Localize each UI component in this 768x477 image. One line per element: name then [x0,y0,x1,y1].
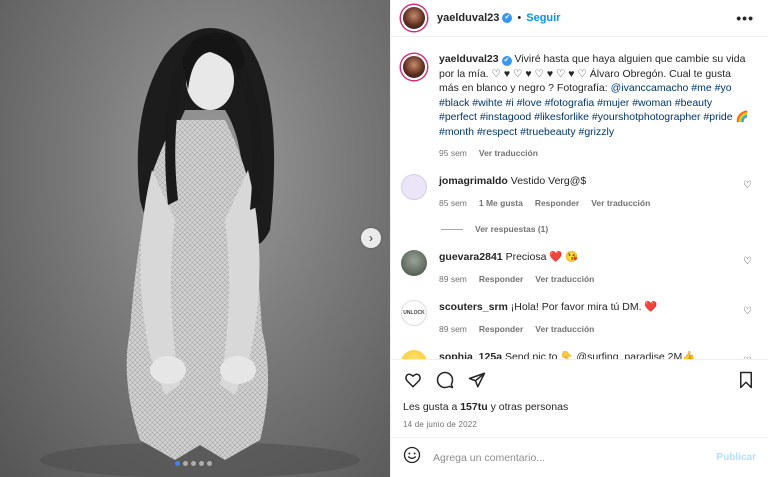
translate-link[interactable]: Ver traducción [591,198,650,208]
post-photo[interactable]: › [0,0,390,477]
comment-username[interactable]: guevara2841 [439,251,503,263]
comment-avatar[interactable] [401,250,427,276]
action-icons [391,360,768,390]
comment-line: guevara2841 Preciosa ❤️ 😘 [439,250,739,264]
like-comment-heart-icon[interactable]: ♡ [743,256,752,267]
likes-prefix: Les gusta a [403,401,461,413]
comment-time[interactable]: 85 sem [439,198,467,208]
comment-time[interactable]: 89 sem [439,324,467,334]
comment-meta: 85 sem 1 Me gusta Responder Ver traducci… [439,198,739,208]
verified-badge-icon: ✔ [501,56,512,66]
carousel-dot [191,461,196,466]
caption-avatar[interactable] [401,54,427,80]
comment: guevara2841 Preciosa ❤️ 😘 89 sem Respond… [401,250,758,284]
comment-meta: 89 sem Responder Ver traducción [439,324,739,334]
like-comment-heart-icon[interactable]: ♡ [743,306,752,317]
like-heart-icon[interactable] [403,370,423,390]
post-sidebar: yaelduval23 ✔ • Seguir ••• yaelduval23 ✔ … [390,0,768,477]
caption-meta: 95 sem Ver traducción [439,148,758,158]
comment-line: jomagrimaldo Vestido Verg@$ [439,174,739,188]
publish-button[interactable]: Publicar [717,452,756,463]
translate-link[interactable]: Ver traducción [535,324,594,334]
comment-body: scouters_srm ¡Hola! Por favor mira tú DM… [439,300,739,334]
comment-line: scouters_srm ¡Hola! Por favor mira tú DM… [439,300,739,314]
comment-text: Send pic to 👇 @surfing_paradise 2M👍 [504,351,696,359]
like-comment-heart-icon[interactable]: ♡ [743,180,752,191]
photo-figure [40,27,360,477]
caption: yaelduval23 ✔ Viviré hasta que haya algui… [401,52,758,139]
more-options-icon[interactable]: ••• [736,10,754,26]
post-header: yaelduval23 ✔ • Seguir ••• [391,0,768,37]
comment-text: ¡Hola! Por favor mira tú DM. ❤️ [510,301,658,313]
reply-button[interactable]: Responder [479,274,523,284]
comment-time[interactable]: 89 sem [439,274,467,284]
comments-list[interactable]: yaelduval23 ✔ Viviré hasta que haya algui… [391,38,768,359]
follow-button[interactable]: Seguir [526,12,560,24]
hashtags-link[interactable]: #month #respect #truebeauty #grizzly [439,126,614,138]
post-actions: Les gusta a 157tu y otras personas 14 de… [391,359,768,477]
comment-body: guevara2841 Preciosa ❤️ 😘 89 sem Respond… [439,250,739,284]
view-replies-label: Ver respuestas (1) [475,224,549,234]
carousel-dot-active [175,461,180,466]
likes-suffix: y otras personas [487,401,569,413]
likes-count[interactable]: 157tu [460,401,487,413]
photographer-mention-link[interactable]: @ivanccamacho [611,82,689,94]
comment-username[interactable]: jomagrimaldo [439,175,508,187]
avatar-logo-text: UNLOCK [403,310,425,316]
author-username[interactable]: yaelduval23 [437,12,499,24]
separator-dot: • [517,12,522,24]
caption-username[interactable]: yaelduval23 [439,53,499,65]
comment-avatar[interactable] [401,174,427,200]
comment: UNLOCK scouters_srm ¡Hola! Por favor mir… [401,300,758,334]
share-send-icon[interactable] [467,370,487,390]
reply-button[interactable]: Responder [535,198,579,208]
comment-text: Preciosa ❤️ 😘 [505,251,579,263]
comment-bubble-icon[interactable] [435,370,455,390]
carousel-dots [175,461,212,466]
reply-button[interactable]: Responder [479,324,523,334]
caption-text: yaelduval23 ✔ Viviré hasta que haya algui… [439,52,749,139]
save-bookmark-icon[interactable] [736,370,756,390]
translate-link[interactable]: Ver traducción [535,274,594,284]
carousel-dot [207,461,212,466]
comment: jomagrimaldo Vestido Verg@$ 85 sem 1 Me … [401,174,758,208]
comment-body: sophia_125a Send pic to 👇 @surfing_parad… [439,350,739,359]
comment-avatar[interactable] [401,350,427,359]
emoji-smiley-icon[interactable] [403,446,421,469]
author-avatar[interactable] [401,5,427,31]
caption-time[interactable]: 95 sem [439,148,467,158]
rainbow-emoji: 🌈 [735,111,749,123]
carousel-next-button[interactable]: › [361,228,381,248]
verified-badge-icon: ✔ [502,13,513,23]
likes-summary[interactable]: Les gusta a 157tu y otras personas [403,401,768,413]
replies-divider [441,228,463,230]
comment-likes-count[interactable]: 1 Me gusta [479,198,523,208]
comment-avatar[interactable]: UNLOCK [401,300,427,326]
caption-translate-link[interactable]: Ver traducción [479,148,538,158]
carousel-dot [199,461,204,466]
comment-input[interactable] [433,451,717,464]
comment-body: jomagrimaldo Vestido Verg@$ 85 sem 1 Me … [439,174,739,208]
post-date[interactable]: 14 de junio de 2022 [403,420,768,429]
add-comment-bar: Publicar [391,437,768,477]
comment-text: Vestido Verg@$ [510,175,587,187]
comment-meta: 89 sem Responder Ver traducción [439,274,739,284]
comment-line: sophia_125a Send pic to 👇 @surfing_parad… [439,350,739,359]
comment-username[interactable]: sophia_125a [439,351,502,359]
comment: sophia_125a Send pic to 👇 @surfing_parad… [401,350,758,359]
view-replies-button[interactable]: Ver respuestas (1) [441,224,758,234]
comment-username[interactable]: scouters_srm [439,301,508,313]
carousel-dot [183,461,188,466]
